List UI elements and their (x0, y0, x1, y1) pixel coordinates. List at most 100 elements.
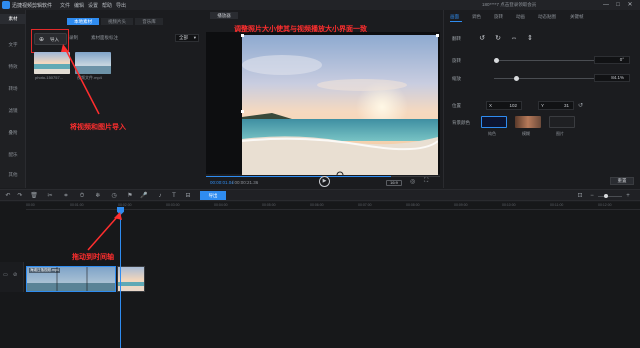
preview-screen[interactable] (206, 32, 440, 175)
flip-horizontal-icon[interactable]: ⇔ (509, 34, 519, 44)
fullscreen-icon[interactable]: ⛶ (424, 178, 428, 185)
nav-item-other[interactable]: 其他 (0, 170, 26, 180)
menu-export[interactable]: 导出 (116, 2, 126, 9)
text-icon[interactable]: T (170, 192, 178, 200)
time-current: 00:00:01.04 (210, 180, 234, 185)
ruler-tick: 00:03:00 (166, 203, 180, 207)
pos-x-value: 102 (509, 103, 517, 108)
crop-icon[interactable]: ⌗ (62, 192, 70, 200)
clip-label: 海滩日落视频.mp4 (29, 268, 60, 273)
bg-image-label: 图片 (556, 131, 564, 136)
play-button[interactable]: ▶ (319, 176, 330, 187)
preview-image[interactable] (242, 35, 438, 175)
nav-item-overlay[interactable]: 叠附 (0, 128, 26, 138)
title-bar: 迅捷视频剪辑软件 文件 编辑 设置 帮助 导出 180****7 点击登录领取会… (0, 0, 640, 10)
reset-button[interactable]: 重置 (610, 177, 634, 185)
rotate-right-icon[interactable]: ↻ (493, 34, 503, 44)
nav-item-media[interactable]: 素材 (0, 14, 26, 24)
menu-help[interactable]: 帮助 (102, 2, 112, 9)
resize-handle-tl[interactable] (241, 34, 244, 37)
properties-panel: 画面 调色 旋转 动画 动态贴图 关键帧 翻转 ↺ ↻ ⇔ ⇕ 旋转 0° 缩放… (443, 10, 640, 188)
position-label: 位置 (452, 103, 461, 108)
ruler-tick: 00:00 (26, 203, 35, 207)
ruler-tick: 00:12:00 (598, 203, 612, 207)
bg-solid-swatch[interactable] (481, 116, 507, 128)
timeline[interactable]: 00:00 00:01:00 00:02:00 00:03:00 00:04:0… (0, 202, 640, 348)
minimize-icon[interactable]: — (602, 1, 610, 9)
redo-icon[interactable]: ↷ (16, 192, 24, 200)
close-icon[interactable]: ✕ (626, 1, 634, 9)
ptab-rotate[interactable]: 旋转 (494, 14, 503, 20)
login-status[interactable]: 180****7 点击登录领取会员 (482, 2, 536, 8)
maximize-icon[interactable]: □ (614, 1, 622, 9)
menu-settings[interactable]: 设置 (88, 2, 98, 9)
fit-icon[interactable]: ⊡ (576, 192, 584, 200)
ptab-keyframe[interactable]: 关键帧 (570, 14, 584, 20)
speed-icon[interactable]: ⏱ (78, 192, 86, 200)
rotate-slider-knob[interactable] (494, 58, 499, 63)
rotate-left-icon[interactable]: ↺ (477, 34, 487, 44)
ruler-tick: 00:02:00 (118, 203, 132, 207)
pos-x-label: X (489, 103, 493, 108)
scale-value-field[interactable]: 84.1% (594, 74, 630, 82)
resize-handle-ml[interactable] (241, 110, 244, 113)
position-x-field[interactable]: X 102 (486, 101, 522, 110)
ptab-animation[interactable]: 动画 (516, 14, 525, 20)
freeze-icon[interactable]: ❄ (94, 192, 102, 200)
ptab-color[interactable]: 调色 (472, 14, 481, 20)
position-y-field[interactable]: Y 31 (538, 101, 574, 110)
audio-icon[interactable]: ♪ (156, 192, 164, 200)
snapshot-icon[interactable]: ◎ (410, 178, 415, 185)
nav-item-effects[interactable]: 特效 (0, 62, 26, 72)
export-button[interactable]: 导出 (200, 191, 226, 200)
tab-local-media[interactable]: 本地素材 (67, 18, 99, 25)
annotation-arrow-import (61, 44, 100, 115)
tab-music-library[interactable]: 音乐库 (135, 18, 163, 25)
rotate-value-field[interactable]: 0° (594, 56, 630, 64)
zoom-slider-track[interactable] (598, 196, 622, 197)
bg-blur-swatch[interactable] (515, 116, 541, 128)
tab-video-intro[interactable]: 视频片头 (101, 18, 133, 25)
filter-select[interactable]: 全部 ▾ (175, 34, 199, 42)
time-total: / 00:00:21.36 (232, 180, 259, 185)
lock-icon[interactable]: ⊟ (184, 192, 192, 200)
preview-progress-fill (206, 176, 391, 177)
annotation-timeline: 拖动到时间轴 (72, 254, 114, 261)
ptab-sticker[interactable]: 动态贴图 (538, 14, 556, 20)
nav-item-transitions[interactable]: 转场 (0, 84, 26, 94)
pos-y-value: 31 (563, 103, 569, 108)
mic-icon[interactable]: 🎤 (140, 192, 148, 200)
duration-icon[interactable]: ◷ (110, 192, 118, 200)
zoom-slider-knob[interactable] (604, 194, 608, 198)
flip-label: 翻转 (452, 36, 461, 41)
nav-item-text[interactable]: 文字 (0, 40, 26, 50)
delete-icon[interactable]: 🗑 (30, 192, 38, 200)
nav-item-filters[interactable]: 滤镜 (0, 106, 26, 116)
undo-icon[interactable]: ↶ (4, 192, 12, 200)
record-button[interactable]: 录制 (69, 35, 78, 41)
timeline-clip-video[interactable]: 海滩日落视频.mp4 (26, 266, 116, 292)
preview-panel: 播放器 调整照片大小使其与视频播放大小界面一致 00:00:01.04 / 00… (206, 10, 442, 188)
zoom-in-icon[interactable]: + (624, 192, 632, 200)
panel-tag-button[interactable]: 素材面板标注 (91, 35, 118, 41)
scale-slider-track[interactable] (494, 78, 594, 79)
zoom-out-icon[interactable]: − (588, 192, 596, 200)
track-lock-icon[interactable]: ⊘ (13, 272, 17, 278)
ptab-picture[interactable]: 画面 (450, 14, 459, 20)
menu-edit[interactable]: 编辑 (74, 2, 84, 9)
timeline-clip-photo[interactable] (117, 266, 145, 292)
menu-file[interactable]: 文件 (60, 2, 70, 9)
nav-item-music[interactable]: 配乐 (0, 150, 26, 160)
flip-vertical-icon[interactable]: ⇕ (525, 34, 535, 44)
preview-title: 播放器 (210, 12, 238, 19)
split-icon[interactable]: ✂ (46, 192, 54, 200)
reset-position-icon[interactable]: ↺ (578, 102, 583, 109)
bg-image-swatch[interactable] (549, 116, 575, 128)
scale-slider-knob[interactable] (514, 76, 519, 81)
aspect-ratio-button[interactable]: 16:9 (386, 180, 402, 186)
left-nav: 素材 文字 特效 转场 滤镜 叠附 配乐 其他 (0, 10, 26, 188)
resize-handle-tr[interactable] (436, 34, 439, 37)
rotate-slider-track[interactable] (494, 60, 594, 61)
mark-icon[interactable]: ⚑ (126, 192, 134, 200)
track-visibility-icon[interactable]: ▭ (3, 272, 8, 278)
